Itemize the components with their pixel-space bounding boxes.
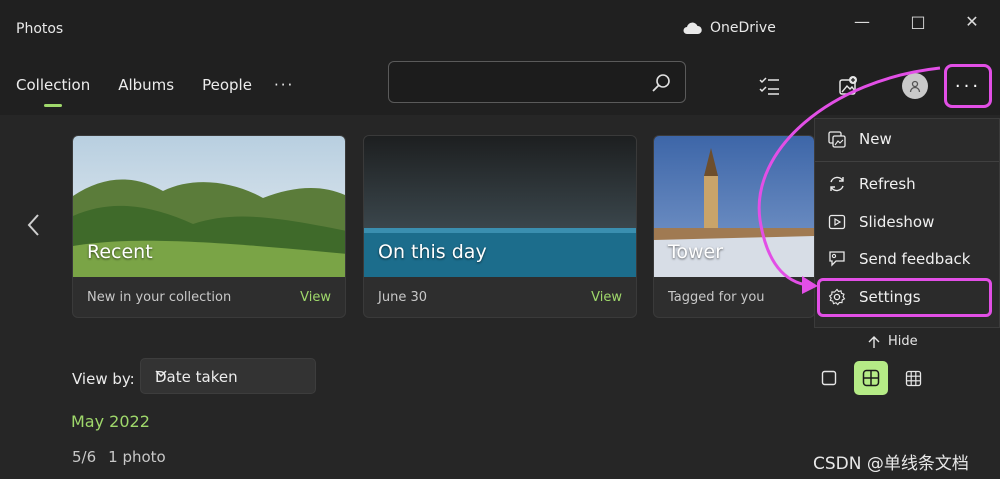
close-button[interactable]: ✕ [952,10,992,32]
search-box[interactable] [388,61,686,103]
card-recent[interactable]: Recent New in your collection View [72,135,346,318]
card-view-link[interactable]: View [591,290,622,305]
watermark-text: CSDN @单线条文档 [813,454,969,474]
more-options-button[interactable]: ··· [944,64,992,108]
chevron-down-icon [155,370,299,378]
app-title: Photos [16,21,64,37]
card-subtitle: New in your collection [87,290,232,305]
tab-albums[interactable]: Albums [118,76,174,100]
minimize-button[interactable]: — [842,10,882,32]
date-group-heading: 5/6 1 photo [72,448,166,466]
group-date: 5/6 [72,448,97,466]
size-medium-button[interactable] [854,361,888,395]
onedrive-label: OneDrive [710,20,776,36]
card-title: On this day [378,241,487,263]
card-title: Tower [668,241,724,263]
grid-2x2-icon [862,369,880,387]
tab-more-button[interactable]: ··· [274,76,294,100]
card-subtitle: June 30 [378,290,427,305]
tab-collection[interactable]: Collection [16,76,90,107]
size-small-button[interactable] [896,361,930,395]
maximize-button[interactable]: □ [898,10,938,32]
onedrive-status[interactable]: OneDrive [682,20,776,36]
card-view-link[interactable]: View [300,290,331,305]
hide-label: Hide [888,334,918,349]
search-icon[interactable] [651,73,671,93]
view-by-dropdown[interactable]: Date taken [140,358,316,394]
search-input[interactable] [399,70,643,96]
single-square-icon [821,370,837,386]
size-large-button[interactable] [812,361,846,395]
card-on-this-day[interactable]: On this day June 30 View [363,135,637,318]
cloud-icon [682,21,702,35]
photos-window: Photos OneDrive — □ ✕ Collection Albums … [0,0,1000,479]
month-heading: May 2022 [71,412,150,431]
hide-button[interactable]: Hide [868,334,918,349]
tab-people[interactable]: People [202,76,252,100]
thumbnail-size-selector [812,361,930,395]
group-photo-count: 1 photo [108,448,166,466]
arrow-up-icon [868,335,880,349]
annotation-arrow [757,66,941,294]
title-bar: Photos OneDrive — □ ✕ [0,0,1000,60]
grid-3x3-icon [905,370,922,387]
carousel-prev-button[interactable] [26,213,40,237]
nav-tabs: Collection Albums People ··· [16,76,294,107]
view-by-label: View by: [72,370,135,388]
card-title: Recent [87,241,153,263]
